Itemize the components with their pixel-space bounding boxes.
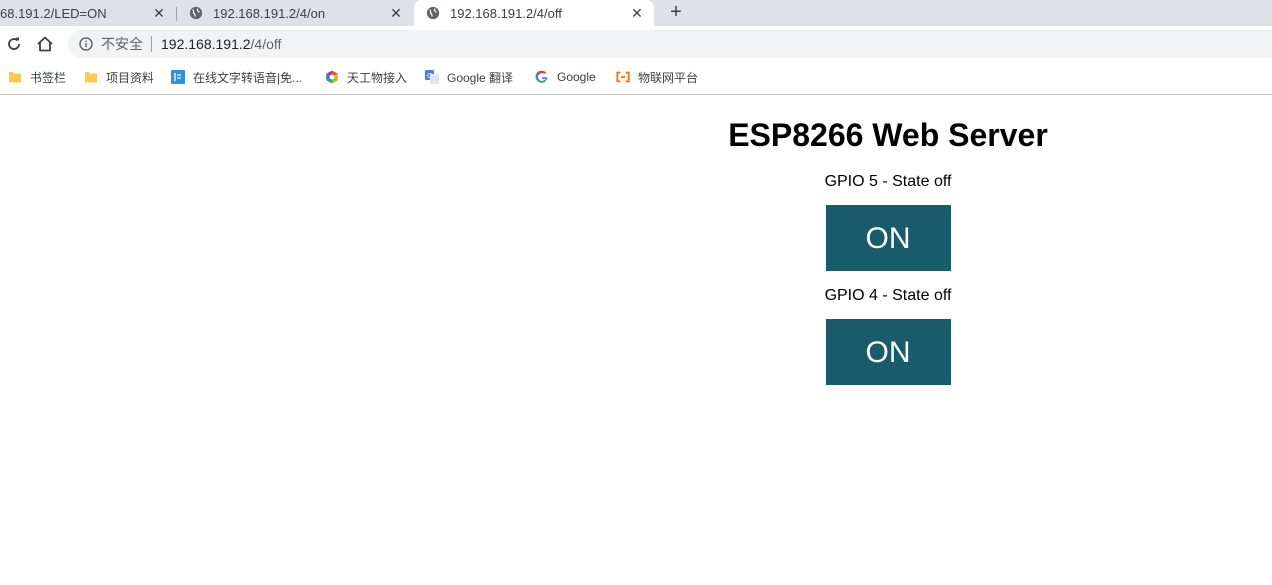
- bookmark-label: 在线文字转语音|免...: [193, 70, 303, 85]
- tab-strip: 68.191.2/LED=ON ✕ 192.168.191.2/4/on ✕ 1…: [0, 0, 1272, 26]
- gpio5-on-button[interactable]: ON: [825, 205, 951, 271]
- globe-icon: [189, 6, 203, 20]
- tab-led-on[interactable]: 68.191.2/LED=ON ✕: [0, 0, 176, 26]
- bookmarks-bar: 书签栏 项目资料 在线文字转语音|免... 天工物接入 G Google 翻译 …: [0, 62, 1272, 95]
- close-icon[interactable]: ✕: [389, 5, 403, 21]
- bookmark-label: 书签栏: [30, 70, 67, 85]
- bookmark-label: 天工物接入: [347, 70, 408, 85]
- browser-toolbar: 不安全 192.168.191.2/4/off: [0, 26, 1272, 62]
- new-tab-button[interactable]: +: [666, 1, 686, 23]
- address-separator: [151, 36, 152, 52]
- tts-site-icon: [171, 70, 185, 84]
- google-translate-icon: G: [425, 70, 439, 84]
- folder-icon: [84, 70, 98, 84]
- tab-title: 68.191.2/LED=ON: [0, 5, 107, 21]
- bookmark-tts[interactable]: 在线文字转语音|免...: [171, 62, 302, 92]
- close-icon[interactable]: ✕: [152, 5, 166, 21]
- bookmark-label: 项目资料: [106, 70, 155, 85]
- close-icon[interactable]: ✕: [630, 5, 644, 21]
- tab-title: 192.168.191.2/4/off: [450, 5, 562, 21]
- page-viewport: ESP8266 Web Server GPIO 5 - State off ON…: [0, 95, 1272, 585]
- bookmark-label: Google 翻译: [447, 70, 514, 85]
- gpio5-state-label: GPIO 5 - State off: [824, 173, 952, 190]
- aliyun-iot-icon: [616, 70, 630, 84]
- bookmark-folder-bookmarks-bar[interactable]: 书签栏: [8, 62, 66, 92]
- info-icon[interactable]: [79, 37, 93, 51]
- url-host: 192.168.191.2: [161, 36, 251, 52]
- gpio4-on-button[interactable]: ON: [825, 319, 951, 385]
- folder-icon: [8, 70, 22, 84]
- tab-title: 192.168.191.2/4/on: [213, 5, 326, 21]
- tab-4-on[interactable]: 192.168.191.2/4/on ✕: [177, 0, 413, 26]
- url-path: /4/off: [250, 36, 282, 52]
- home-icon: [37, 36, 53, 52]
- reload-button[interactable]: [4, 34, 24, 54]
- tiangong-icon: [325, 70, 339, 84]
- bookmark-tiangong[interactable]: 天工物接入: [325, 62, 407, 92]
- security-label[interactable]: 不安全: [101, 34, 143, 54]
- bookmark-label: Google: [557, 70, 596, 84]
- svg-text:G: G: [427, 72, 432, 80]
- bookmark-google[interactable]: Google: [535, 62, 596, 92]
- reload-icon: [8, 37, 20, 50]
- bookmark-label: 物联网平台: [638, 70, 699, 85]
- tab-4-off[interactable]: 192.168.191.2/4/off ✕: [414, 0, 654, 26]
- page-title: ESP8266 Web Server: [728, 117, 1048, 153]
- gpio4-state-label: GPIO 4 - State off: [824, 287, 952, 304]
- google-icon: [535, 70, 549, 84]
- address-bar[interactable]: 不安全 192.168.191.2/4/off: [68, 30, 1272, 58]
- bookmark-iot-platform[interactable]: 物联网平台: [616, 62, 698, 92]
- bookmark-folder-project-docs[interactable]: 项目资料: [84, 62, 154, 92]
- bookmark-google-translate[interactable]: G Google 翻译: [425, 62, 513, 92]
- home-button[interactable]: [35, 34, 55, 54]
- globe-icon: [426, 6, 440, 20]
- web-server-content: ESP8266 Web Server GPIO 5 - State off ON…: [505, 95, 1271, 385]
